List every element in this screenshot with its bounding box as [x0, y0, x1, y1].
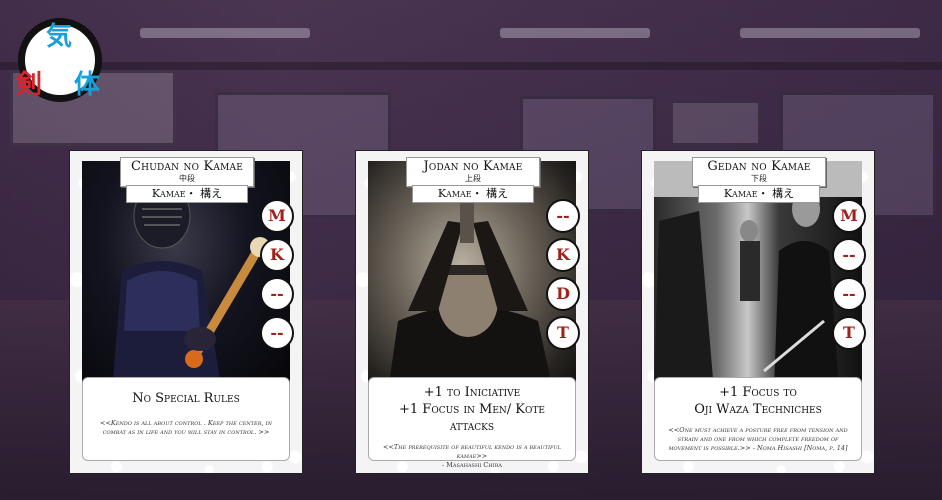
target-badge: M: [832, 199, 866, 233]
card-title: Jodan no Kamae: [423, 159, 523, 174]
logo-kanji-ki: 気: [46, 22, 73, 52]
card-quote: <<Kendo is all about control . Keep the …: [100, 419, 272, 436]
target-badge: --: [260, 316, 294, 350]
card-title-box: Chudan no Kamae 中段: [120, 157, 254, 187]
card-rule: +1 Focus to Oji Waza Techniches: [694, 385, 822, 417]
card-rule: +1 to Iniciative +1 Focus in Men/ Kote a…: [399, 385, 545, 434]
card-subtitle: Kamae・ 構え: [698, 185, 820, 203]
rule-box: +1 Focus to Oji Waza Techniches <<One mu…: [654, 377, 862, 461]
target-list: M -- -- T: [832, 199, 870, 355]
kiken-tai-logo: 気 剣 体: [12, 12, 108, 108]
rule-box: No Special Rules <<Kendo is all about co…: [82, 377, 290, 461]
card-quote: <<The prerequisite of beautiful kendo is…: [383, 443, 561, 460]
card-subtitle: Kamae・ 構え: [412, 185, 534, 203]
logo-kanji-ken: 剣: [16, 70, 43, 100]
card-title-japanese: 下段: [751, 174, 767, 183]
ceiling-light: [140, 28, 310, 38]
card-rule: No Special Rules: [132, 391, 240, 406]
target-badge: --: [260, 277, 294, 311]
target-badge: T: [832, 316, 866, 350]
target-badge: M: [260, 199, 294, 233]
target-badge: --: [832, 277, 866, 311]
target-badge: K: [546, 238, 580, 272]
target-badge: T: [546, 316, 580, 350]
target-list: M K -- --: [260, 199, 298, 355]
card-title: Gedan no Kamae: [707, 159, 811, 174]
wall-beam: [0, 62, 942, 70]
card-title-japanese: 中段: [179, 174, 195, 183]
card-title-box: Gedan no Kamae 下段: [692, 157, 826, 187]
card-title-box: Jodan no Kamae 上段: [406, 157, 540, 187]
target-badge: K: [260, 238, 294, 272]
card-chudan[interactable]: Chudan no Kamae 中段 Kamae・ 構え M K -- -- N…: [69, 150, 303, 474]
card-title: Chudan no Kamae: [131, 159, 243, 174]
wall-plaque: [670, 100, 761, 146]
target-badge: --: [832, 238, 866, 272]
ceiling-light: [740, 28, 920, 38]
rule-box: +1 to Iniciative +1 Focus in Men/ Kote a…: [368, 377, 576, 469]
card-subtitle: Kamae・ 構え: [126, 185, 248, 203]
target-badge: D: [546, 277, 580, 311]
card-gedan[interactable]: Gedan no Kamae 下段 Kamae・ 構え M -- -- T +1…: [641, 150, 875, 474]
target-list: -- K D T: [546, 199, 584, 355]
logo-kanji-tai: 体: [74, 70, 101, 100]
card-jodan[interactable]: Jodan no Kamae 上段 Kamae・ 構え -- K D T +1 …: [355, 150, 589, 474]
ceiling-light: [500, 28, 650, 38]
card-quote: <<One must achieve a posture free from t…: [668, 426, 848, 452]
card-quote-attribution: - Masahashi Chiba: [442, 461, 502, 469]
card-title-japanese: 上段: [465, 174, 481, 183]
target-badge: --: [546, 199, 580, 233]
